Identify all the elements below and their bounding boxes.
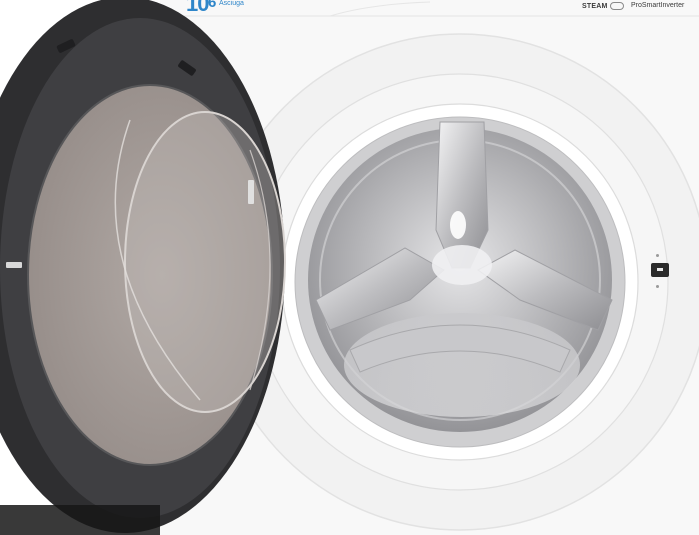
door-latch-hook <box>6 262 22 268</box>
washing-machine-photo: 10 6 Asciuga STEAM ProSmartInverter <box>0 0 699 535</box>
door-glass-bowl <box>124 111 286 413</box>
floor-shadow <box>0 505 160 535</box>
steam-cloud-icon <box>609 2 624 10</box>
door-lock-indicator-icon <box>651 263 669 277</box>
steam-badge: STEAM <box>582 2 624 10</box>
door-handle-edge <box>248 180 254 204</box>
capacity-wash-value: 10 <box>186 0 210 16</box>
washing-machine-illustration <box>0 0 699 535</box>
indicator-dot-bottom <box>656 285 659 288</box>
drum-hub-highlight <box>432 245 492 285</box>
capacity-dry-value: 6 <box>208 0 217 11</box>
indicator-dot-top <box>656 254 659 257</box>
steam-badge-label: STEAM <box>582 2 608 10</box>
indicator-light <box>657 268 663 271</box>
drum-shine <box>450 211 466 239</box>
inverter-badge: ProSmartInverter <box>631 2 685 9</box>
capacity-dry-label: Asciuga <box>219 0 244 7</box>
